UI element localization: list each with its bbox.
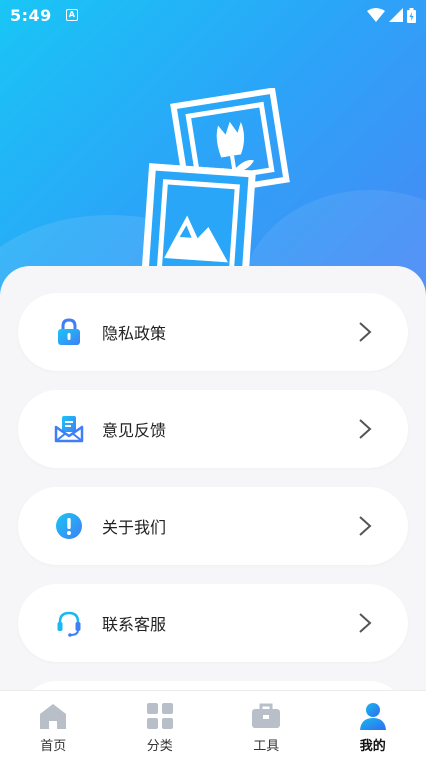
home-icon — [38, 701, 68, 731]
chevron-right-icon — [359, 419, 372, 439]
chevron-right-icon — [359, 613, 372, 633]
person-icon — [358, 701, 388, 731]
status-time: 5:49 — [10, 5, 52, 25]
bottom-tab-bar: 首页 分类 工具 我的 — [0, 690, 426, 759]
status-icons — [367, 7, 416, 23]
wifi-icon — [367, 8, 385, 22]
battery-icon — [407, 7, 416, 23]
chevron-right-icon — [359, 322, 372, 342]
photo-frames-illustration — [141, 88, 290, 278]
tab-category[interactable]: 分类 — [107, 691, 214, 759]
signal-icon — [389, 8, 403, 22]
tab-label: 工具 — [253, 739, 280, 754]
info-alert-icon — [54, 511, 84, 541]
menu-item-label: 意见反馈 — [102, 421, 167, 440]
menu-item-customer-service[interactable]: 联系客服 — [18, 584, 408, 662]
menu-item-label: 隐私政策 — [102, 324, 167, 343]
feedback-mail-icon — [54, 414, 84, 444]
tab-label: 首页 — [40, 739, 67, 754]
headset-icon — [54, 608, 84, 638]
tab-mine[interactable]: 我的 — [320, 691, 426, 759]
toolbox-icon — [251, 701, 281, 731]
tab-label: 分类 — [146, 739, 173, 754]
notification-a-icon: A — [65, 9, 78, 21]
tab-tools[interactable]: 工具 — [213, 691, 320, 759]
tab-label: 我的 — [359, 739, 386, 754]
menu-item-privacy-policy[interactable]: 隐私政策 — [18, 293, 408, 371]
menu-item-feedback[interactable]: 意见反馈 — [18, 390, 408, 468]
menu-item-label: 关于我们 — [102, 518, 167, 537]
grid-icon — [145, 701, 175, 731]
lock-icon — [54, 317, 84, 347]
settings-card: 隐私政策 意见反馈 关于我们 联系客服 — [0, 266, 426, 759]
menu-item-about-us[interactable]: 关于我们 — [18, 487, 408, 565]
tab-home[interactable]: 首页 — [0, 691, 107, 759]
menu-item-label: 联系客服 — [102, 615, 167, 634]
chevron-right-icon — [359, 516, 372, 536]
status-bar: 5:49 A — [0, 0, 426, 30]
